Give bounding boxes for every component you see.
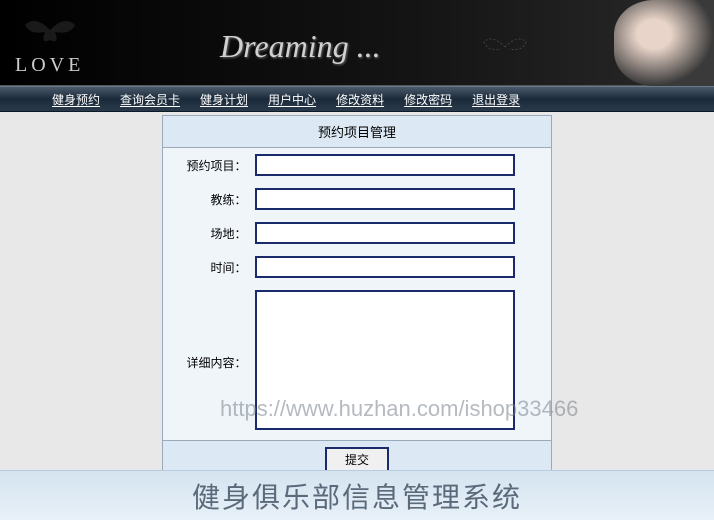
nav-edit-profile[interactable]: 修改资料 — [326, 91, 394, 108]
main-navbar: 健身预约 查询会员卡 健身计划 用户中心 修改资料 修改密码 退出登录 — [0, 86, 714, 112]
reservation-form: 预约项目管理 预约项目： 教练： 场地： 时间： 详细内容： 提交 — [162, 115, 552, 479]
nav-logout[interactable]: 退出登录 — [462, 91, 530, 108]
submit-button[interactable]: 提交 — [325, 447, 389, 472]
venue-input[interactable] — [255, 222, 515, 244]
nav-fitness-plan[interactable]: 健身计划 — [190, 91, 258, 108]
butterfly-icon — [20, 10, 80, 50]
header-banner: LOVE Dreaming ... — [0, 0, 714, 86]
nav-member-card[interactable]: 查询会员卡 — [110, 91, 190, 108]
coach-input[interactable] — [255, 188, 515, 210]
detail-textarea[interactable] — [255, 290, 515, 430]
venue-label: 场地： — [163, 216, 251, 250]
banner-love-text: LOVE — [15, 54, 84, 77]
project-label: 预约项目： — [163, 148, 251, 183]
banner-portrait — [614, 0, 714, 86]
form-title: 预约项目管理 — [163, 116, 552, 148]
content-area: 预约项目管理 预约项目： 教练： 场地： 时间： 详细内容： 提交 — [0, 112, 714, 479]
project-input[interactable] — [255, 154, 515, 176]
footer: 健身俱乐部信息管理系统 — [0, 470, 714, 520]
footer-title: 健身俱乐部信息管理系统 — [192, 476, 522, 516]
nav-fitness-reserve[interactable]: 健身预约 — [42, 91, 110, 108]
time-input[interactable] — [255, 256, 515, 278]
coach-label: 教练： — [163, 182, 251, 216]
nav-user-center[interactable]: 用户中心 — [258, 91, 326, 108]
butterfly-outline-icon — [480, 30, 530, 65]
banner-dreaming-text: Dreaming ... — [220, 28, 381, 65]
detail-label: 详细内容： — [163, 284, 251, 441]
time-label: 时间： — [163, 250, 251, 284]
nav-change-password[interactable]: 修改密码 — [394, 91, 462, 108]
